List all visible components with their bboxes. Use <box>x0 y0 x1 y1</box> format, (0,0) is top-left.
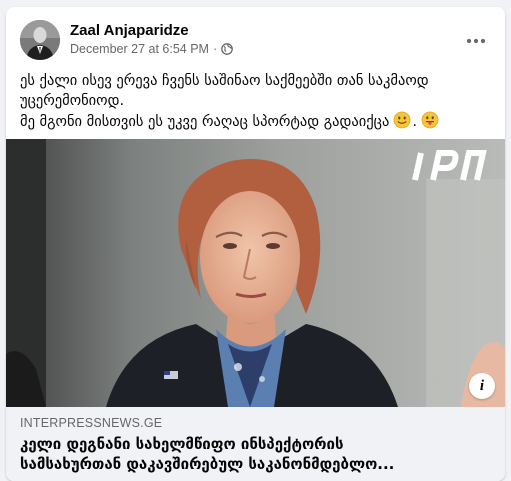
globe-icon[interactable] <box>221 43 233 55</box>
post-timestamp[interactable]: December 27 at 6:54 PM <box>70 42 209 56</box>
avatar-image <box>20 20 60 60</box>
post-meta: December 27 at 6:54 PM · <box>70 42 233 56</box>
ipn-logo <box>412 150 487 181</box>
link-domain: INTERPRESSNEWS.GE <box>20 416 163 430</box>
author-name[interactable]: Zaal Anjaparidze <box>70 22 189 39</box>
post-card: Zaal Anjaparidze December 27 at 6:54 PM … <box>6 7 505 481</box>
post-text-line-with-emojis: მე მგონი მისთვის ეს უკვე რაღაც სპორტად გ… <box>20 111 490 135</box>
link-title-line: სამსახურთან დაკავშირებულ საკანონმდებლო..… <box>20 455 395 473</box>
post-header: Zaal Anjaparidze December 27 at 6:54 PM … <box>20 20 493 60</box>
post-text: ეს ქალი ისევ ერევა ჩვენს საშინაო საქმეებ… <box>20 71 490 135</box>
post-image[interactable]: i <box>6 139 505 407</box>
link-title-line: კელი დეგნანი სახელმწიფო ინსპექტორის <box>20 435 344 453</box>
link-title[interactable]: კელი დეგნანი სახელმწიფო ინსპექტორის სამს… <box>20 434 490 474</box>
post-text-line: უცერემონიოდ. <box>20 93 125 109</box>
info-icon[interactable]: i <box>469 373 495 399</box>
more-options-icon[interactable] <box>461 26 491 56</box>
info-icon-glyph: i <box>479 377 485 394</box>
meta-separator: · <box>212 42 218 56</box>
slightly-smiling-face-icon <box>393 111 411 135</box>
face-with-tongue-icon <box>421 111 439 135</box>
post-text-line: ეს ქალი ისევ ერევა ჩვენს საშინაო საქმეებ… <box>20 73 429 89</box>
link-preview[interactable]: INTERPRESSNEWS.GE კელი დეგნანი სახელმწიფ… <box>6 407 505 481</box>
avatar[interactable] <box>20 20 60 60</box>
post-text-line: მე მგონი მისთვის ეს უკვე რაღაც სპორტად გ… <box>20 114 390 130</box>
emoji-separator: . <box>412 114 417 130</box>
